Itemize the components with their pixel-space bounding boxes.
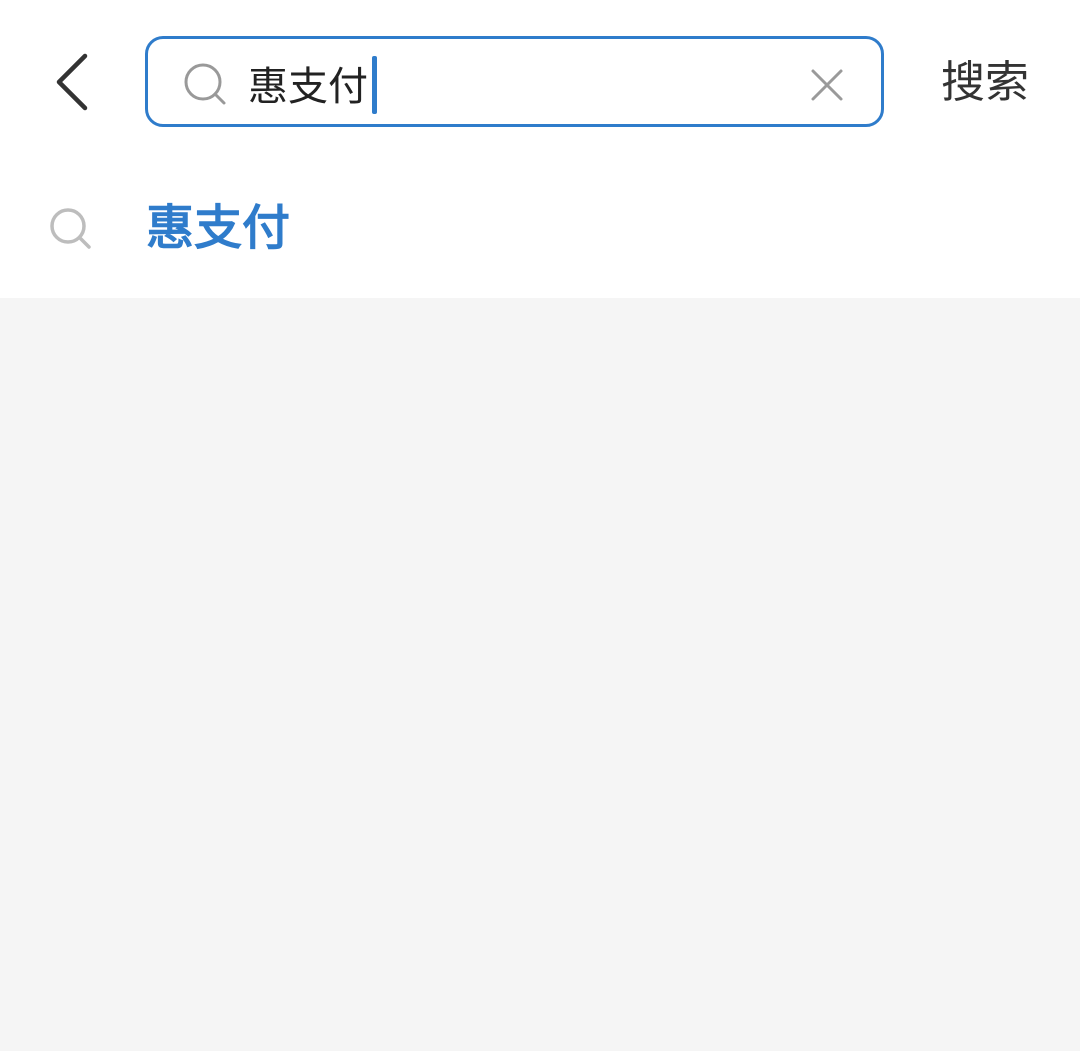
search-box[interactable] (145, 36, 884, 127)
text-caret (372, 56, 377, 114)
search-icon (184, 63, 226, 105)
search-input[interactable] (248, 53, 788, 113)
close-icon[interactable] (807, 65, 847, 105)
suggestion-label: 惠支付 (146, 200, 291, 256)
back-button[interactable] (38, 44, 108, 120)
search-icon (50, 208, 91, 249)
search-button[interactable]: 搜索 (932, 52, 1038, 114)
search-header: 搜索 惠支付 (0, 0, 1080, 298)
chevron-left-icon (56, 53, 88, 111)
results-area (0, 298, 1080, 1051)
suggestion-item[interactable]: 惠支付 (0, 172, 1080, 284)
